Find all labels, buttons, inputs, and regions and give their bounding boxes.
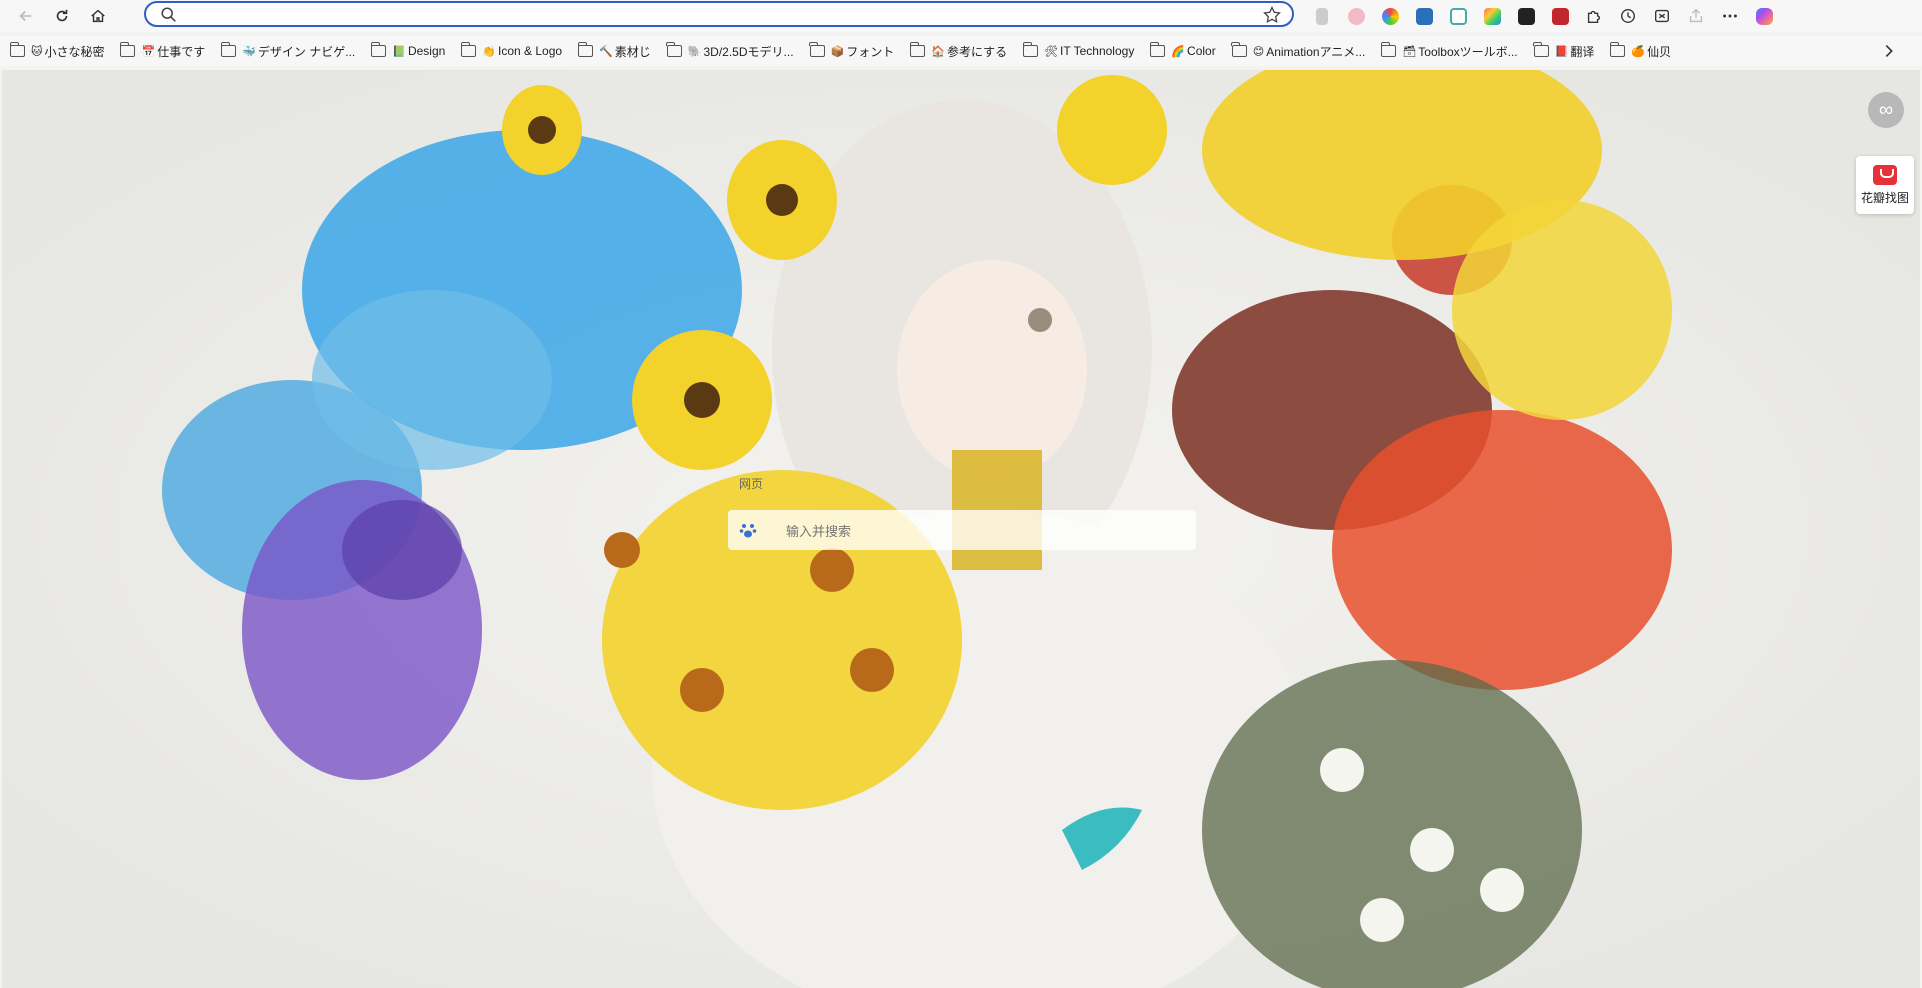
bookmark-emoji: 🗃 [1402, 45, 1417, 58]
folder-icon [1149, 42, 1166, 57]
bookmark-emoji: 🔨 [599, 45, 613, 58]
download-ext-icon[interactable] [1407, 2, 1441, 30]
bookmark-emoji: 😊 [1252, 45, 1265, 58]
bookmark-label: Color [1187, 44, 1216, 58]
folder-icon [577, 42, 594, 57]
refresh-icon [56, 9, 68, 22]
bookmark-folder[interactable]: 😊 Animationアニメ... [1222, 39, 1372, 63]
bookmark-label: フォント [846, 44, 895, 59]
extensions-bar [1305, 2, 1781, 30]
bookmark-emoji: 📅 [141, 45, 156, 58]
bookmark-label: IT Technology [1060, 44, 1135, 58]
folder-icon [119, 42, 136, 57]
new-tab-page: 网页 ∞ 花瓣找图 [2, 70, 1920, 988]
folder-icon [1533, 42, 1549, 57]
bookmark-emoji: 🐳 [242, 45, 256, 58]
chevron-right-icon[interactable] [1880, 42, 1898, 60]
back-button[interactable] [10, 2, 42, 30]
photo-ext-icon[interactable] [1509, 2, 1543, 30]
folder-icon [909, 42, 926, 57]
bookmark-folder[interactable]: 📦 フォント [800, 39, 901, 63]
home-icon [91, 9, 105, 23]
folder-icon [666, 42, 682, 57]
bookmark-folder[interactable]: 🐱 小さな秘密 [0, 39, 110, 63]
bookmark-folder[interactable]: 🐳 デザイン ナビゲ... [211, 39, 361, 63]
bookmark-folder[interactable]: 🐘 3D/2.5Dモデリ... [657, 39, 800, 63]
tabs-ext-icon[interactable] [1441, 2, 1475, 30]
bookmark-label: 仙贝 [1647, 44, 1672, 59]
bookmark-label: Animationアニメ... [1266, 44, 1366, 59]
search-input[interactable] [784, 520, 1168, 542]
bookmark-emoji: 🐱 [31, 45, 43, 58]
bookmark-folder[interactable]: 📕 翻译 [1524, 39, 1601, 63]
bookmark-label: 仕事です [157, 44, 206, 59]
bookmark-emoji: 📗 [392, 45, 406, 58]
bookmark-emoji: 📦 [830, 45, 845, 58]
address-bar[interactable] [144, 1, 1294, 27]
folder-icon [1022, 42, 1039, 57]
bookmark-folder[interactable]: 🌈 Color [1140, 39, 1221, 63]
bookmark-folder[interactable]: 🏠 参考にする [900, 39, 1013, 63]
folder-icon [1609, 42, 1626, 57]
home-button[interactable] [82, 2, 114, 30]
bookmark-label: 素材じ [614, 44, 651, 59]
bookmark-label: Design [407, 44, 446, 58]
share-icon[interactable] [1679, 2, 1713, 30]
bookmark-emoji: 🐘 [687, 45, 702, 58]
search-box[interactable] [728, 510, 1196, 550]
bookmark-label: 参考にする [946, 44, 1008, 59]
bookmark-folder[interactable]: 👏 Icon & Logo [451, 39, 568, 63]
folder-icon [460, 42, 477, 57]
circle-ext-icon[interactable] [1373, 2, 1407, 30]
history-icon[interactable] [1611, 2, 1645, 30]
bookmark-folder[interactable]: 🍊 仙贝 [1600, 39, 1677, 63]
huaban-image-search-button[interactable]: 花瓣找图 [1856, 156, 1914, 214]
folder-icon [220, 42, 237, 57]
bookmark-emoji: 📕 [1554, 45, 1569, 58]
folder-icon [809, 42, 825, 57]
bookmark-folder[interactable]: 🗃 Toolboxツールボ... [1371, 39, 1523, 63]
infinity-button[interactable]: ∞ [1868, 92, 1904, 128]
screenshot-icon[interactable] [1645, 2, 1679, 30]
refresh-button[interactable] [46, 2, 78, 30]
bookmark-folder[interactable]: 🔨 素材じ [568, 39, 657, 63]
address-input[interactable] [186, 5, 1230, 25]
search-tab-web[interactable]: 网页 [739, 475, 763, 492]
bookmark-emoji: 🏠 [931, 45, 945, 58]
bookmark-label: Icon & Logo [498, 44, 563, 58]
bookmarks-bar: 🐱 小さな秘密 📅 仕事です 🐳 デザイン ナビゲ... 📗 Design 👏 Icon & Lo… [0, 36, 1922, 66]
bookmark-label: 3D/2.5Dモデリ... [703, 44, 794, 59]
cat-ext-icon[interactable] [1339, 2, 1373, 30]
grid-ext-icon[interactable] [1475, 2, 1509, 30]
clipboard-ext-icon[interactable] [1305, 2, 1339, 30]
bookmark-label: Toolboxツールボ... [1418, 44, 1518, 59]
bookmark-label: デザイン ナビゲ... [257, 44, 356, 59]
search-icon [161, 7, 176, 22]
arrow-left-icon [19, 10, 32, 22]
baidu-paw-icon [739, 524, 757, 538]
bookmark-emoji: 👏 [482, 45, 497, 58]
bookmark-label: 小さな秘密 [44, 44, 105, 59]
folder-icon [9, 42, 25, 57]
bookmark-label: 翻译 [1570, 44, 1595, 59]
more-icon[interactable] [1713, 2, 1747, 30]
favorite-star-icon[interactable] [1262, 5, 1282, 25]
folder-icon [370, 42, 387, 57]
red-doc-ext-icon[interactable] [1543, 2, 1577, 30]
side-tool-label: 花瓣找图 [1860, 191, 1909, 205]
bookmark-folder[interactable]: 📗 Design [361, 39, 451, 63]
puzzle-icon[interactable] [1577, 2, 1611, 30]
bookmark-emoji: 🍊 [1631, 45, 1646, 58]
huaban-icon [1873, 165, 1897, 185]
copilot-icon[interactable] [1747, 2, 1781, 30]
bookmark-emoji: 🛠 [1044, 45, 1059, 58]
folder-icon [1380, 42, 1397, 57]
bookmark-folder[interactable]: 📅 仕事です [110, 39, 211, 63]
bookmark-emoji: 🌈 [1171, 45, 1186, 58]
bookmark-folder[interactable]: 🛠 IT Technology [1013, 39, 1140, 63]
folder-icon [1231, 42, 1247, 57]
